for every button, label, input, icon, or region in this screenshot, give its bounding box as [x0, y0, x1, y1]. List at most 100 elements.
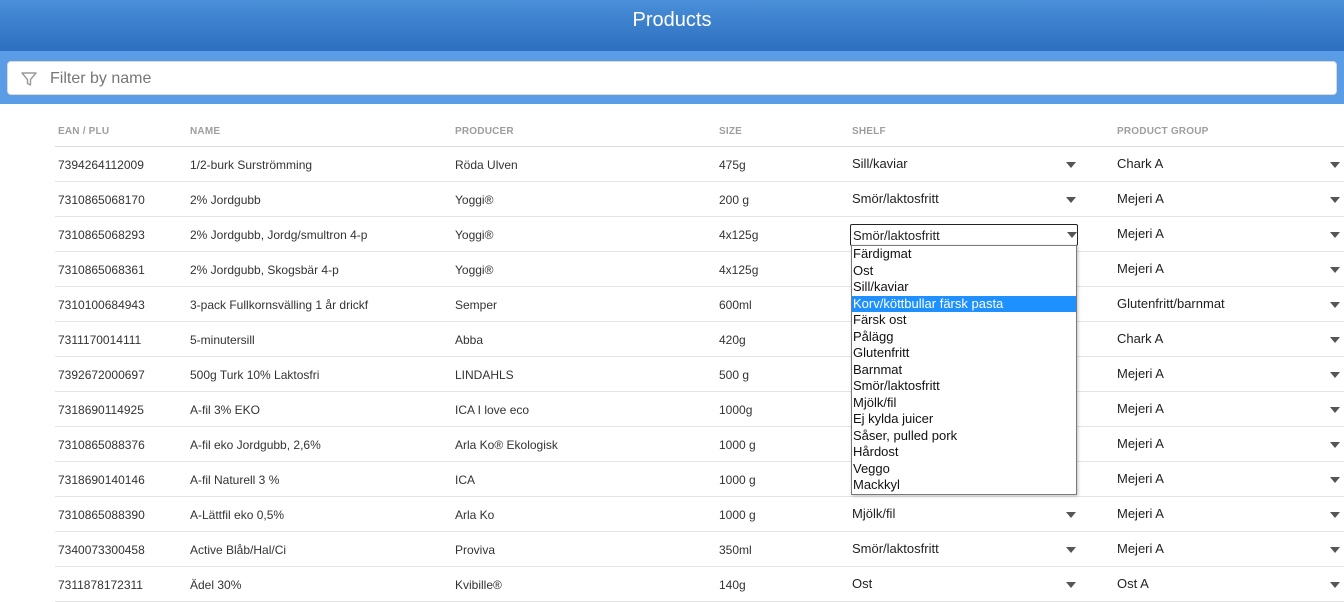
column-header-shelf[interactable]: SHELF — [852, 126, 886, 137]
chevron-down-icon — [1067, 232, 1077, 238]
name-cell: 1/2-burk Surströmming — [190, 158, 313, 172]
producer-cell: Yoggi® — [455, 193, 494, 207]
chevron-down-icon[interactable] — [1330, 197, 1340, 203]
chevron-down-icon[interactable] — [1330, 512, 1340, 518]
chevron-down-icon[interactable] — [1330, 442, 1340, 448]
size-cell: 475g — [719, 158, 746, 172]
size-cell: 500 g — [719, 368, 750, 382]
product-group-select[interactable]: Mejeri A — [1117, 401, 1164, 416]
producer-cell: LINDAHLS — [455, 368, 514, 382]
chevron-down-icon[interactable] — [1066, 582, 1076, 588]
dropdown-option[interactable]: Pålägg — [852, 329, 1076, 346]
producer-cell: Röda Ulven — [455, 158, 518, 172]
filter-input[interactable] — [48, 66, 1312, 92]
producer-cell: Proviva — [455, 543, 496, 557]
product-group-select[interactable]: Mejeri A — [1117, 436, 1164, 451]
dropdown-option[interactable]: Smör/laktosfritt — [852, 378, 1076, 395]
chevron-down-icon[interactable] — [1066, 162, 1076, 168]
product-group-select[interactable]: Mejeri A — [1117, 191, 1164, 206]
name-cell: 2% Jordgubb, Skogsbär 4-p — [190, 263, 339, 277]
producer-cell: Abba — [455, 333, 484, 347]
name-cell: Ädel 30% — [190, 578, 242, 592]
dropdown-option[interactable]: Färdigmat — [852, 246, 1076, 263]
product-group-select[interactable]: Ost A — [1117, 576, 1149, 591]
chevron-down-icon[interactable] — [1330, 547, 1340, 553]
producer-cell: Yoggi® — [455, 228, 494, 242]
chevron-down-icon[interactable] — [1330, 232, 1340, 238]
ean-cell: 7394264112009 — [58, 158, 144, 172]
column-header-ean[interactable]: EAN / PLU — [58, 126, 109, 137]
ean-cell: 7392672000697 — [58, 368, 145, 382]
product-group-select[interactable]: Mejeri A — [1117, 471, 1164, 486]
table-row: 7318690140146 A-fil Naturell 3 % ICA 1000 g… — [0, 462, 1344, 497]
shelf-select[interactable]: Smör/laktosfritt — [852, 541, 939, 556]
ean-cell: 7318690114925 — [58, 403, 144, 417]
chevron-down-icon[interactable] — [1066, 512, 1076, 518]
shelf-select[interactable]: Ost — [852, 576, 872, 591]
shelf-select[interactable]: Mjölk/fil — [852, 506, 895, 521]
ean-cell: 7311878172311 — [58, 578, 143, 592]
size-cell: 350ml — [719, 543, 752, 557]
name-cell: A-Lättfil eko 0,5% — [190, 508, 285, 522]
table-row: 7310100684943 3-pack Fullkornsvälling 1 å… — [0, 287, 1344, 322]
chevron-down-icon[interactable] — [1330, 372, 1340, 378]
product-group-select[interactable]: Mejeri A — [1117, 261, 1164, 276]
dropdown-option[interactable]: Korv/köttbullar färsk pasta — [852, 295, 1076, 312]
producer-cell: ICA I love eco — [455, 403, 530, 417]
dropdown-option[interactable]: Veggo — [852, 461, 1076, 478]
shelf-select-open[interactable]: Smör/laktosfritt — [850, 224, 1078, 246]
product-group-select[interactable]: Mejeri A — [1117, 506, 1164, 521]
column-header-producer[interactable]: PRODUCER — [455, 126, 514, 137]
producer-cell: Kvibille® — [455, 578, 502, 592]
column-header-name[interactable]: NAME — [190, 126, 220, 137]
filter-box[interactable] — [7, 61, 1337, 95]
dropdown-option[interactable]: Såser, pulled pork — [852, 428, 1076, 445]
dropdown-option[interactable]: Barnmat — [852, 362, 1076, 379]
ean-cell: 7311170014111 — [58, 333, 142, 347]
ean-cell: 7310865068293 — [58, 228, 145, 242]
producer-cell: Semper — [455, 298, 498, 312]
product-group-select[interactable]: Mejeri A — [1117, 541, 1164, 556]
dropdown-option[interactable]: Sill/kaviar — [852, 279, 1076, 296]
product-group-select[interactable]: Chark A — [1117, 331, 1163, 346]
chevron-down-icon[interactable] — [1330, 302, 1340, 308]
table-row: 7311170014111 5-minutersill Abba 420g Chark … — [0, 322, 1344, 357]
producer-cell: Arla Ko® Ekologisk — [455, 438, 558, 452]
dropdown-option[interactable]: Färsk ost — [852, 312, 1076, 329]
table-row: 7340073300458 Active Blåb/Hal/Ci Proviva 35… — [0, 532, 1344, 567]
ean-cell: 7340073300458 — [58, 543, 145, 557]
product-group-select[interactable]: Mejeri A — [1117, 226, 1164, 241]
ean-cell: 7318690140146 — [58, 473, 145, 487]
shelf-select[interactable]: Sill/kaviar — [852, 156, 908, 171]
product-group-select[interactable]: Chark A — [1117, 156, 1163, 171]
chevron-down-icon[interactable] — [1330, 407, 1340, 413]
dropdown-option[interactable]: Glutenfritt — [852, 345, 1076, 362]
dropdown-option[interactable]: Ej kylda juicer — [852, 411, 1076, 428]
size-cell: 1000 g — [719, 508, 756, 522]
column-header-size[interactable]: SIZE — [719, 126, 742, 137]
size-cell: 600ml — [719, 298, 752, 312]
product-group-select[interactable]: Glutenfritt/barnmat — [1117, 296, 1225, 311]
chevron-down-icon[interactable] — [1330, 582, 1340, 588]
table-row: 7310865068361 2% Jordgubb, Skogsbär 4-p Yo… — [0, 252, 1344, 287]
chevron-down-icon[interactable] — [1330, 162, 1340, 168]
size-cell: 4x125g — [719, 263, 759, 277]
chevron-down-icon[interactable] — [1066, 547, 1076, 553]
size-cell: 4x125g — [719, 228, 759, 242]
table-row: 7318690114925 A-fil 3% EKO ICA I love eco 1… — [0, 392, 1344, 427]
dropdown-option[interactable]: Hårdost — [852, 444, 1076, 461]
size-cell: 140g — [719, 578, 746, 592]
dropdown-option[interactable]: Mackkyl — [852, 477, 1076, 494]
dropdown-option[interactable]: Ost — [852, 263, 1076, 280]
column-header-product-group[interactable]: PRODUCT GROUP — [1117, 126, 1209, 137]
dropdown-option[interactable]: Mjölk/fil — [852, 395, 1076, 412]
chevron-down-icon[interactable] — [1330, 477, 1340, 483]
table-row: 7392672000697 500g Turk 10% Laktosfri LIND… — [0, 357, 1344, 392]
name-cell: 2% Jordgubb, Jordg/smultron 4-p — [190, 228, 368, 242]
product-group-select[interactable]: Mejeri A — [1117, 366, 1164, 381]
chevron-down-icon[interactable] — [1330, 337, 1340, 343]
chevron-down-icon[interactable] — [1066, 197, 1076, 203]
chevron-down-icon[interactable] — [1330, 267, 1340, 273]
shelf-select[interactable]: Smör/laktosfritt — [852, 191, 939, 206]
ean-cell: 7310865088390 — [58, 508, 145, 522]
